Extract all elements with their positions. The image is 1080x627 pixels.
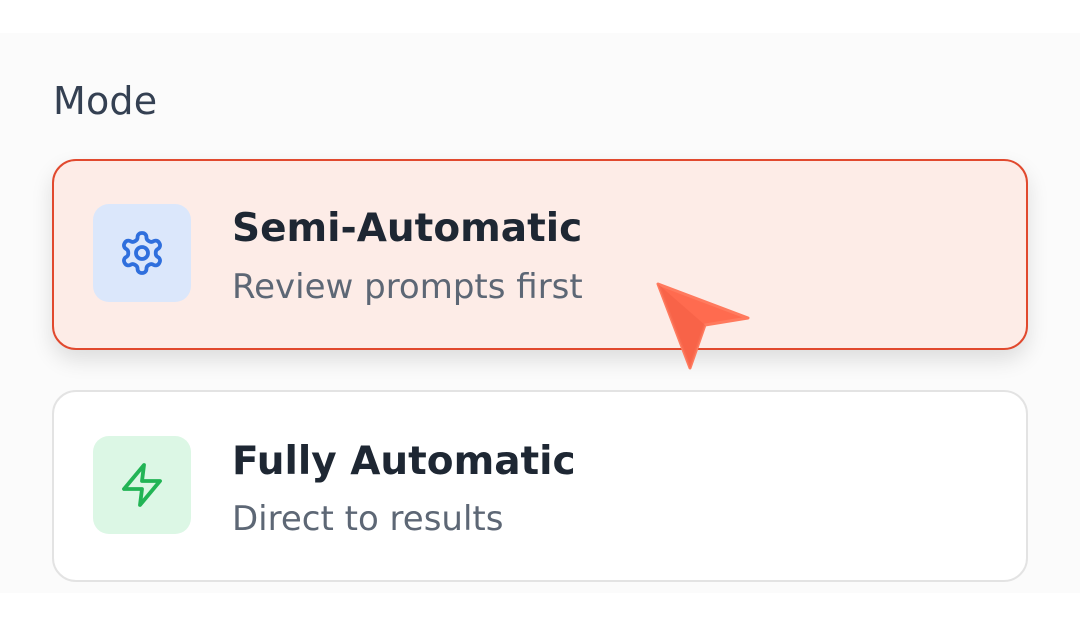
mode-title: Semi-Automatic: [232, 206, 583, 251]
mode-option-fully-automatic[interactable]: Fully Automatic Direct to results: [52, 390, 1028, 582]
mode-panel: Mode Semi-Automatic Review prompts first…: [0, 33, 1080, 593]
mode-icon-container: [93, 436, 191, 534]
mode-subtitle: Review prompts first: [232, 267, 583, 307]
mode-icon-container: [93, 204, 191, 302]
lightning-icon: [122, 463, 162, 507]
gear-icon: [122, 231, 162, 275]
mode-subtitle: Direct to results: [232, 499, 504, 539]
mode-option-semi-automatic[interactable]: Semi-Automatic Review prompts first: [52, 159, 1028, 350]
mode-section-title: Mode: [53, 79, 158, 123]
mode-title: Fully Automatic: [232, 439, 576, 484]
